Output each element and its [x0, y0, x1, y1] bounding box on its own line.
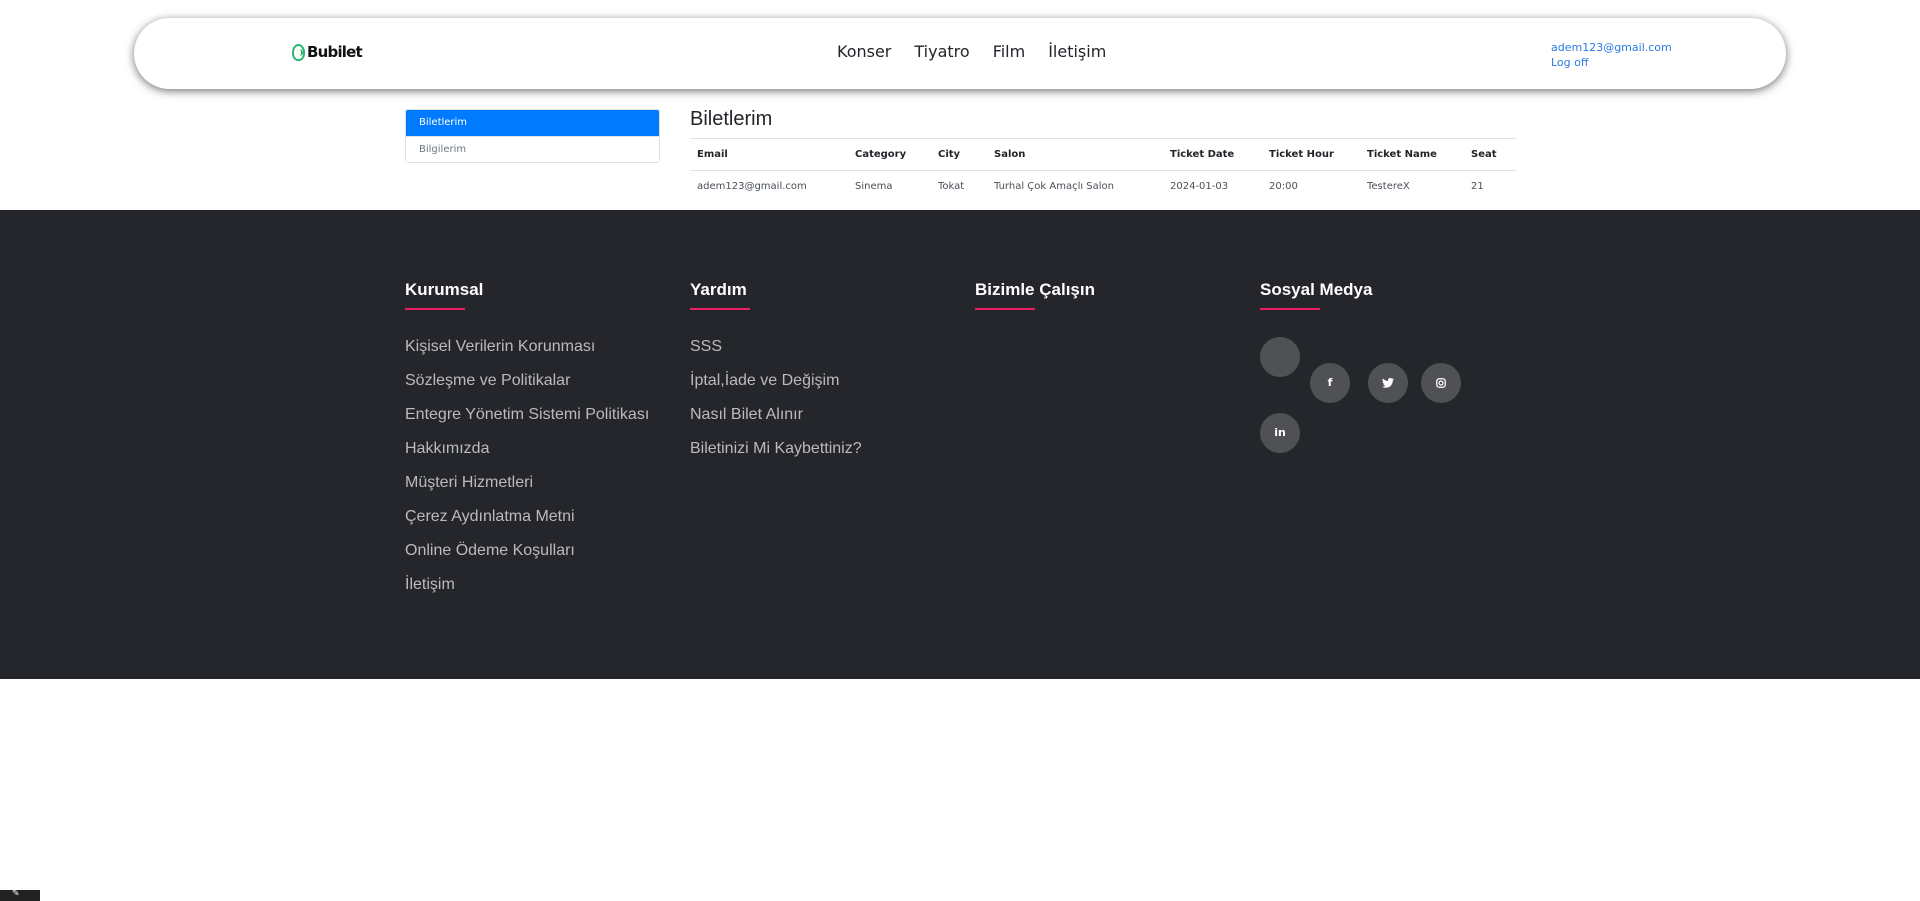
edit-icon: ✎ — [12, 889, 20, 899]
logo-text: Bubilet — [307, 43, 363, 61]
instagram-icon[interactable] — [1421, 363, 1461, 403]
cell-ticket-name: TestereX — [1367, 181, 1410, 193]
footer-title-kurumsal: Kurumsal — [405, 280, 484, 299]
footer-link[interactable]: Biletinizi Mi Kaybettiniz? — [690, 432, 862, 466]
footer-link[interactable]: Hakkımızda — [405, 432, 649, 466]
cell-seat: 21 — [1471, 181, 1484, 193]
table-header-row: Email Category City Salon Ticket Date Ti… — [690, 138, 1516, 171]
cell-city: Tokat — [938, 181, 965, 193]
twitter-icon[interactable] — [1368, 363, 1408, 403]
cell-email: adem123@gmail.com — [697, 181, 807, 193]
col-salon: Salon — [987, 138, 1163, 171]
table-row: adem123@gmail.com Sinema Tokat Turhal Ço… — [690, 171, 1516, 203]
user-box: adem123@gmail.com Log off — [1551, 40, 1672, 70]
footer-link[interactable]: Çerez Aydınlatma Metni — [405, 500, 649, 534]
nav-film[interactable]: Film — [993, 42, 1026, 61]
main-nav: Konser Tiyatro Film İletişim — [837, 42, 1106, 61]
side-item-bilgilerim[interactable]: Bilgilerim — [406, 136, 659, 162]
blank-social-icon[interactable] — [1260, 337, 1300, 377]
user-email-link[interactable]: adem123@gmail.com — [1551, 40, 1672, 55]
nav-tiyatro[interactable]: Tiyatro — [914, 42, 969, 61]
footer-title-underline — [690, 308, 750, 310]
footer-link[interactable]: SSS — [690, 330, 862, 364]
cell-salon: Turhal Çok Amaçlı Salon — [994, 181, 1115, 193]
footer-col-bizimle-calisin: Bizimle Çalışın — [975, 280, 1095, 310]
cell-category: Sinema — [855, 181, 893, 193]
footer-link[interactable]: İletişim — [405, 568, 649, 602]
col-ticket-date: Ticket Date — [1163, 138, 1262, 171]
footer-title-underline — [975, 308, 1035, 310]
col-category: Category — [848, 138, 931, 171]
col-ticket-name: Ticket Name — [1360, 138, 1464, 171]
nav-konser[interactable]: Konser — [837, 42, 891, 61]
footer-title-bizimle-calisin: Bizimle Çalışın — [975, 280, 1095, 299]
facebook-icon[interactable]: f — [1310, 363, 1350, 403]
cell-ticket-hour: 20:00 — [1269, 181, 1298, 193]
col-ticket-hour: Ticket Hour — [1262, 138, 1360, 171]
corner-widget[interactable]: ✎ — [0, 890, 40, 901]
top-navbar: Bubilet Konser Tiyatro Film İletişim ade… — [134, 18, 1786, 89]
footer-title-yardim: Yardım — [690, 280, 747, 299]
page-title: Biletlerim — [690, 108, 773, 130]
cell-ticket-date: 2024-01-03 — [1170, 181, 1229, 193]
account-side-menu: Biletlerim Bilgilerim — [405, 109, 660, 163]
side-item-biletlerim[interactable]: Biletlerim — [406, 110, 659, 136]
footer-link[interactable]: Entegre Yönetim Sistemi Politikası — [405, 398, 649, 432]
logo[interactable]: Bubilet — [292, 43, 363, 61]
footer-link[interactable]: Kişisel Verilerin Korunması — [405, 330, 649, 364]
footer-link[interactable]: Müşteri Hizmetleri — [405, 466, 649, 500]
footer-link[interactable]: İptal,İade ve Değişim — [690, 364, 862, 398]
footer-col-yardim: Yardım SSS İptal,İade ve Değişim Nasıl B… — [690, 280, 862, 466]
logout-link[interactable]: Log off — [1551, 55, 1672, 70]
linkedin-icon[interactable]: in — [1260, 413, 1300, 453]
footer-title-underline — [405, 308, 465, 310]
col-city: City — [931, 138, 987, 171]
footer-link[interactable]: Nasıl Bilet Alınır — [690, 398, 862, 432]
col-email: Email — [690, 138, 848, 171]
nav-iletisim[interactable]: İletişim — [1048, 42, 1106, 61]
footer-col-kurumsal: Kurumsal Kişisel Verilerin Korunması Söz… — [405, 280, 649, 602]
col-seat: Seat — [1464, 138, 1516, 171]
footer-title-underline — [1260, 308, 1320, 310]
logo-icon — [292, 43, 305, 61]
footer-link[interactable]: Online Ödeme Koşulları — [405, 534, 649, 568]
footer-title-sosyal-medya: Sosyal Medya — [1260, 280, 1373, 299]
footer: Kurumsal Kişisel Verilerin Korunması Söz… — [0, 210, 1920, 679]
footer-link[interactable]: Sözleşme ve Politikalar — [405, 364, 649, 398]
footer-col-sosyal-medya: Sosyal Medya — [1260, 280, 1372, 310]
tickets-table: Email Category City Salon Ticket Date Ti… — [690, 138, 1516, 203]
